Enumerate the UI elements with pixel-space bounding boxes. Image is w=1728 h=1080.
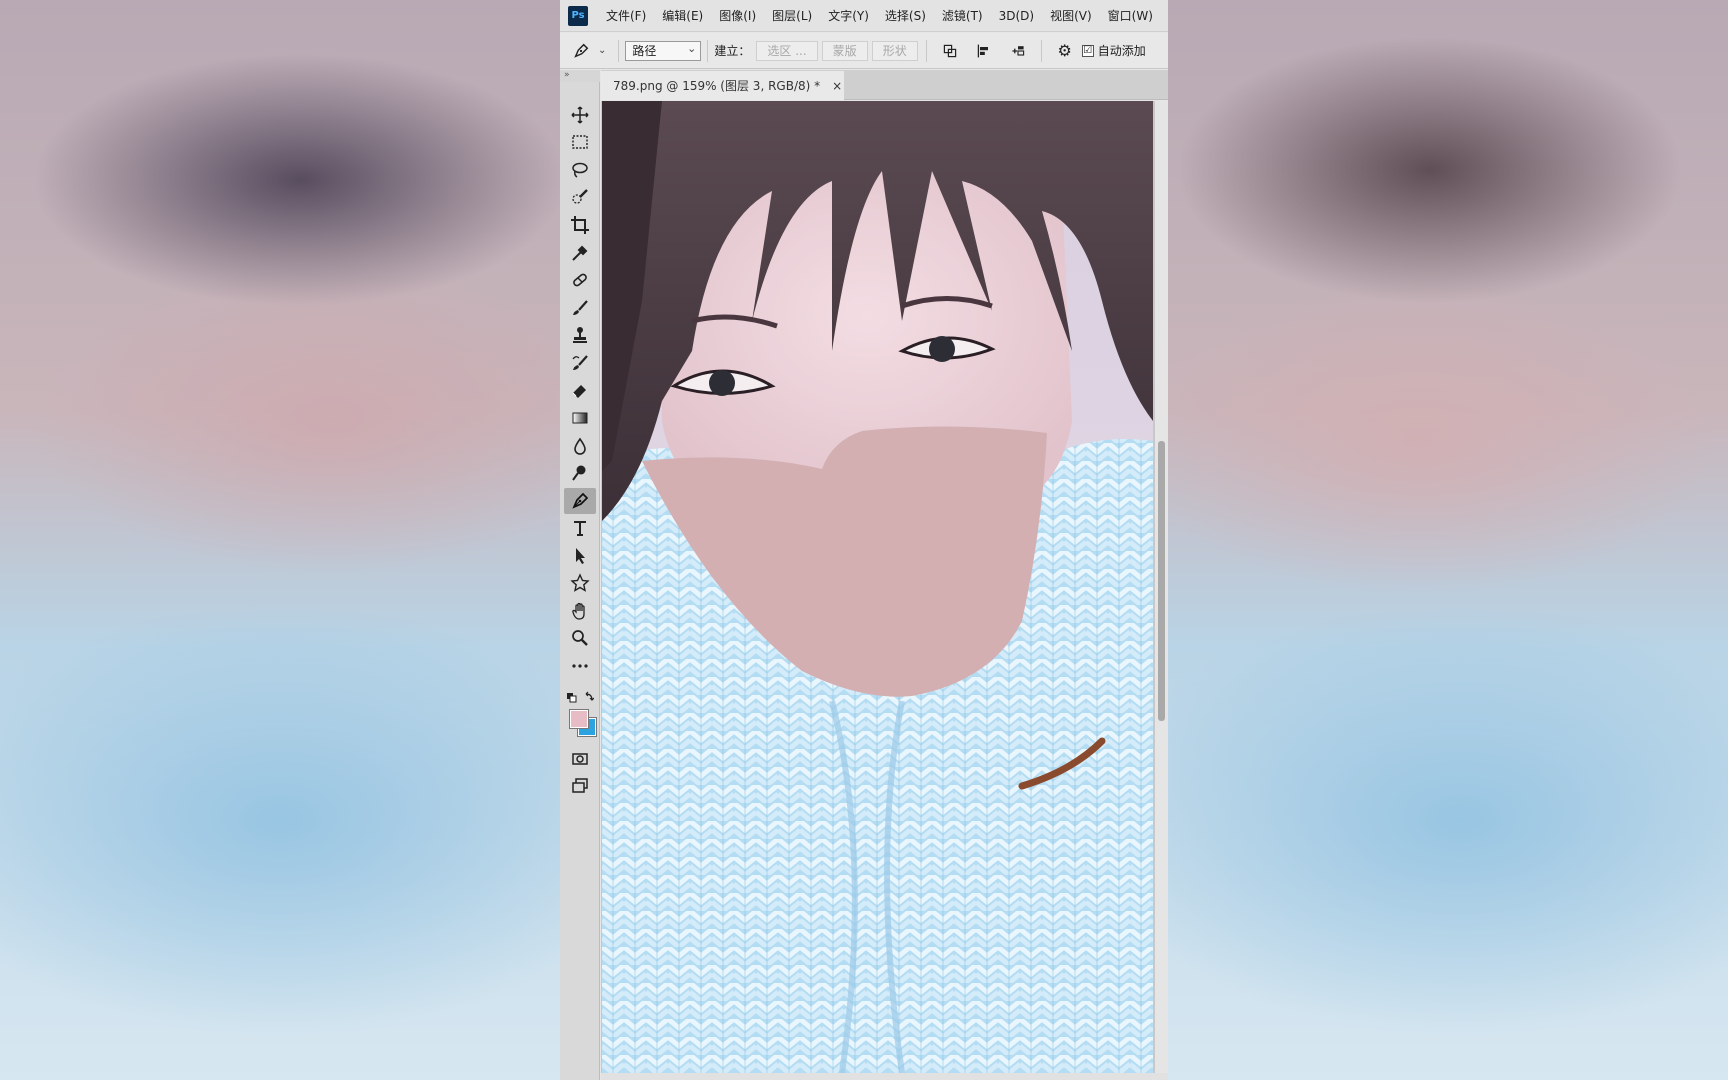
divider — [707, 39, 709, 62]
gear-icon[interactable]: ⚙ — [1054, 40, 1076, 62]
pen-tool-icon[interactable] — [564, 488, 596, 514]
tool-mode-select[interactable]: 路径 — [625, 40, 702, 61]
photo-image — [602, 101, 1153, 1073]
options-bar: ⌄ 路径 建立： 选区 ... 蒙版 形状 ⚙ ☑ 自动添加 — [560, 33, 1168, 69]
divider — [618, 39, 620, 62]
color-swatches — [568, 708, 598, 738]
blur-tool-icon[interactable] — [564, 433, 596, 459]
more-tools-icon[interactable] — [564, 653, 596, 679]
document-tab-bar: 789.png @ 159% (图层 3, RGB/8) * × — [601, 70, 1168, 100]
photoshop-window: Ps 文件(F) 编辑(E) 图像(I) 图层(L) 文字(Y) 选择(S) 滤… — [560, 0, 1168, 1080]
type-tool-icon[interactable] — [564, 515, 596, 541]
menu-3d[interactable]: 3D(D) — [991, 0, 1042, 32]
menu-edit[interactable]: 编辑(E) — [654, 0, 711, 32]
menu-filter[interactable]: 滤镜(T) — [934, 0, 991, 32]
path-operations-icon[interactable] — [939, 40, 961, 62]
quick-selection-tool-icon[interactable] — [564, 184, 596, 210]
clone-stamp-tool-icon[interactable] — [564, 322, 596, 348]
menu-bar: Ps 文件(F) 编辑(E) 图像(I) 图层(L) 文字(Y) 选择(S) 滤… — [560, 0, 1168, 32]
menu-image[interactable]: 图像(I) — [711, 0, 764, 32]
photoshop-logo-icon: Ps — [568, 5, 588, 26]
build-label: 建立： — [714, 44, 751, 58]
screen-mode-icon[interactable] — [564, 773, 596, 799]
pen-tool-preset-icon[interactable] — [570, 40, 592, 62]
eyedropper-tool-icon[interactable] — [564, 240, 596, 266]
document-tab[interactable]: 789.png @ 159% (图层 3, RGB/8) * × — [601, 71, 844, 100]
zoom-tool-icon[interactable] — [564, 625, 596, 651]
auto-add-label: 自动添加 — [1097, 44, 1146, 58]
default-swap-colors — [566, 690, 595, 705]
status-bar — [601, 1073, 1168, 1080]
close-icon[interactable]: × — [832, 79, 842, 93]
document-canvas[interactable] — [602, 101, 1153, 1073]
canvas-area[interactable] — [601, 101, 1168, 1073]
scrollbar-thumb[interactable] — [1158, 441, 1165, 721]
menu-layer[interactable]: 图层(L) — [764, 0, 820, 32]
move-tool-icon[interactable] — [564, 102, 596, 128]
healing-brush-tool-icon[interactable] — [564, 267, 596, 293]
gradient-tool-icon[interactable] — [564, 405, 596, 431]
document-tab-title: 789.png @ 159% (图层 3, RGB/8) * — [613, 79, 821, 93]
hand-tool-icon[interactable] — [564, 598, 596, 624]
rectangle-marquee-tool-icon[interactable] — [564, 129, 596, 155]
brush-tool-icon[interactable] — [564, 295, 596, 321]
make-selection-button[interactable]: 选区 ... — [756, 40, 818, 61]
divider — [1040, 39, 1042, 62]
make-mask-button[interactable]: 蒙版 — [821, 40, 868, 61]
path-selection-tool-icon[interactable] — [564, 543, 596, 569]
eraser-tool-icon[interactable] — [564, 377, 596, 403]
panel-collapse-bar[interactable]: » — [560, 70, 600, 82]
quick-mask-icon[interactable] — [564, 746, 596, 772]
history-brush-tool-icon[interactable] — [564, 350, 596, 376]
vertical-scrollbar[interactable] — [1155, 101, 1168, 1073]
menu-file[interactable]: 文件(F) — [598, 0, 654, 32]
dodge-tool-icon[interactable] — [564, 460, 596, 486]
divider — [925, 39, 927, 62]
lasso-tool-icon[interactable] — [564, 157, 596, 183]
tools-panel — [560, 82, 600, 1080]
crop-tool-icon[interactable] — [564, 212, 596, 238]
menu-window[interactable]: 窗口(W) — [1100, 0, 1161, 32]
path-alignment-icon[interactable] — [973, 40, 995, 62]
menu-select[interactable]: 选择(S) — [877, 0, 934, 32]
menu-view[interactable]: 视图(V) — [1042, 0, 1100, 32]
chevron-down-icon[interactable]: ⌄ — [598, 45, 606, 56]
default-colors-icon[interactable] — [566, 691, 595, 705]
menu-type[interactable]: 文字(Y) — [820, 0, 877, 32]
make-shape-button[interactable]: 形状 — [871, 40, 918, 61]
auto-add-delete-checkbox[interactable]: ☑ — [1081, 44, 1094, 57]
custom-shape-tool-icon[interactable] — [564, 570, 596, 596]
path-arrangement-icon[interactable] — [1007, 40, 1029, 62]
foreground-color-swatch[interactable] — [569, 709, 589, 729]
